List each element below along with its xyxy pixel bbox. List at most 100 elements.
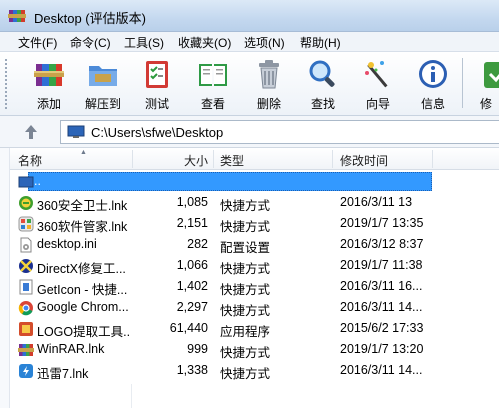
file-row[interactable]: GetIcon - 快捷... 1,402 快捷方式 2016/3/11 16... <box>10 276 499 297</box>
file-type: 快捷方式 <box>220 346 271 360</box>
menu-commands[interactable]: 命令(C) <box>68 34 113 51</box>
file-type: 快捷方式 <box>220 283 271 297</box>
add-archive-icon <box>34 64 64 86</box>
extract-folder-icon <box>89 66 117 86</box>
file-modified: 2016/3/11 14... <box>340 300 423 314</box>
view-button[interactable]: 查看 <box>190 54 236 112</box>
file-type: 应用程序 <box>220 325 271 339</box>
column-divider[interactable] <box>213 150 214 168</box>
file-size: 61,440 <box>169 321 208 335</box>
winrar-icon <box>18 344 34 356</box>
view-book-icon <box>199 64 227 86</box>
directx-icon <box>19 259 33 273</box>
file-modified: 2019/1/7 13:20 <box>340 342 424 356</box>
file-modified: 2016/3/12 8:37 <box>340 237 424 251</box>
file-modified: 2016/3/11 14... <box>340 363 423 377</box>
window-title: Desktop (评估版本) <box>34 11 146 26</box>
file-type: 快捷方式 <box>220 262 271 276</box>
file-row[interactable]: 迅雷7.lnk 1,338 快捷方式 2016/3/11 14... <box>10 360 499 381</box>
address-bar: C:\Users\sfwe\Desktop <box>0 116 499 148</box>
menu-tools[interactable]: 工具(S) <box>122 34 166 51</box>
file-size: 1,085 <box>176 195 208 209</box>
wizard-button[interactable]: 向导 <box>355 54 401 112</box>
file-size: 282 <box>187 237 208 251</box>
info-label: 信息 <box>420 97 445 111</box>
file-row[interactable]: 360软件管家.lnk 2,151 快捷方式 2019/1/7 13:35 <box>10 213 499 234</box>
info-icon <box>419 60 447 88</box>
360-software-icon <box>18 216 34 232</box>
delete-button[interactable]: 删除 <box>246 54 292 112</box>
file-type: 快捷方式 <box>220 199 271 213</box>
ini-file-icon <box>20 237 32 253</box>
file-size: 2,151 <box>176 216 208 230</box>
left-pane <box>0 148 10 408</box>
geticon-icon <box>19 279 33 295</box>
column-size[interactable]: 大小 <box>184 152 208 169</box>
column-divider[interactable] <box>132 150 133 168</box>
magnifier-icon <box>309 60 335 87</box>
title-bar[interactable]: Desktop (评估版本) <box>0 0 499 32</box>
file-name: Google Chrom... <box>37 300 129 314</box>
thunder-icon <box>19 364 33 378</box>
file-size: 1,338 <box>176 363 208 377</box>
file-type: 快捷方式 <box>220 220 271 234</box>
toolbar-separator <box>462 58 463 108</box>
menu-help[interactable]: 帮助(H) <box>298 34 343 51</box>
column-divider[interactable] <box>332 150 333 168</box>
column-type[interactable]: 类型 <box>220 152 244 169</box>
find-label: 查找 <box>310 97 335 111</box>
up-one-level-icon[interactable] <box>20 121 42 143</box>
file-type: 配置设置 <box>220 241 271 255</box>
file-size: 999 <box>187 342 208 356</box>
parent-folder-row[interactable]: .. <box>10 171 499 192</box>
view-label: 查看 <box>200 97 225 111</box>
file-name: desktop.ini <box>37 237 97 251</box>
column-modified[interactable]: 修改时间 <box>340 152 388 169</box>
file-modified: 2019/1/7 13:35 <box>340 216 424 230</box>
info-button[interactable]: 信息 <box>410 54 456 112</box>
file-list-header: ▲ 名称 大小 类型 修改时间 <box>10 148 499 170</box>
file-name: LOGO提取工具... <box>37 325 129 339</box>
toolbar-grip[interactable] <box>4 58 8 110</box>
menu-bar: 文件(F) 命令(C) 工具(S) 收藏夹(O) 选项(N) 帮助(H) <box>0 32 499 52</box>
pane-divider <box>131 384 132 408</box>
file-size: 1,066 <box>176 258 208 272</box>
test-button[interactable]: 测试 <box>134 54 180 112</box>
winrar-app-icon <box>8 10 26 22</box>
repair-button[interactable]: 修 <box>476 54 499 112</box>
column-divider[interactable] <box>432 150 433 168</box>
file-row[interactable]: WinRAR.lnk 999 快捷方式 2019/1/7 13:20 <box>10 339 499 360</box>
file-name: .. <box>34 174 41 188</box>
logo-tool-icon <box>19 322 33 336</box>
menu-options[interactable]: 选项(N) <box>242 34 287 51</box>
file-size: 2,297 <box>176 300 208 314</box>
repair-icon <box>484 62 499 88</box>
file-row[interactable]: 360安全卫士.lnk 1,085 快捷方式 2016/3/11 13 <box>10 192 499 213</box>
file-type: 快捷方式 <box>220 304 271 318</box>
file-name: DirectX修复工... <box>37 262 126 276</box>
add-button[interactable]: 添加 <box>26 54 72 112</box>
trash-icon <box>259 60 279 89</box>
address-field[interactable]: C:\Users\sfwe\Desktop <box>60 120 499 144</box>
file-name: GetIcon - 快捷... <box>37 283 128 297</box>
extract-to-button[interactable]: 解压到 <box>80 54 126 112</box>
sort-ascending-icon: ▲ <box>80 149 87 156</box>
delete-label: 删除 <box>256 97 281 111</box>
file-name: 360软件管家.lnk <box>37 220 128 234</box>
desktop-icon <box>67 125 85 138</box>
file-name: 迅雷7.lnk <box>37 367 89 381</box>
find-button[interactable]: 查找 <box>300 54 346 112</box>
menu-file[interactable]: 文件(F) <box>16 34 59 51</box>
file-row[interactable]: LOGO提取工具... 61,440 应用程序 2015/6/2 17:33 <box>10 318 499 339</box>
file-name: 360安全卫士.lnk <box>37 199 128 213</box>
chrome-icon <box>18 301 33 316</box>
file-row[interactable]: desktop.ini 282 配置设置 2016/3/12 8:37 <box>10 234 499 255</box>
file-size: 1,402 <box>176 279 208 293</box>
file-row[interactable]: Google Chrom... 2,297 快捷方式 2016/3/11 14... <box>10 297 499 318</box>
add-label: 添加 <box>36 97 61 111</box>
folder-up-icon <box>18 176 34 188</box>
menu-favorites[interactable]: 收藏夹(O) <box>176 34 233 51</box>
wizard-wand-icon <box>365 61 388 88</box>
column-name[interactable]: 名称 <box>18 152 42 169</box>
file-row[interactable]: DirectX修复工... 1,066 快捷方式 2019/1/7 11:38 <box>10 255 499 276</box>
